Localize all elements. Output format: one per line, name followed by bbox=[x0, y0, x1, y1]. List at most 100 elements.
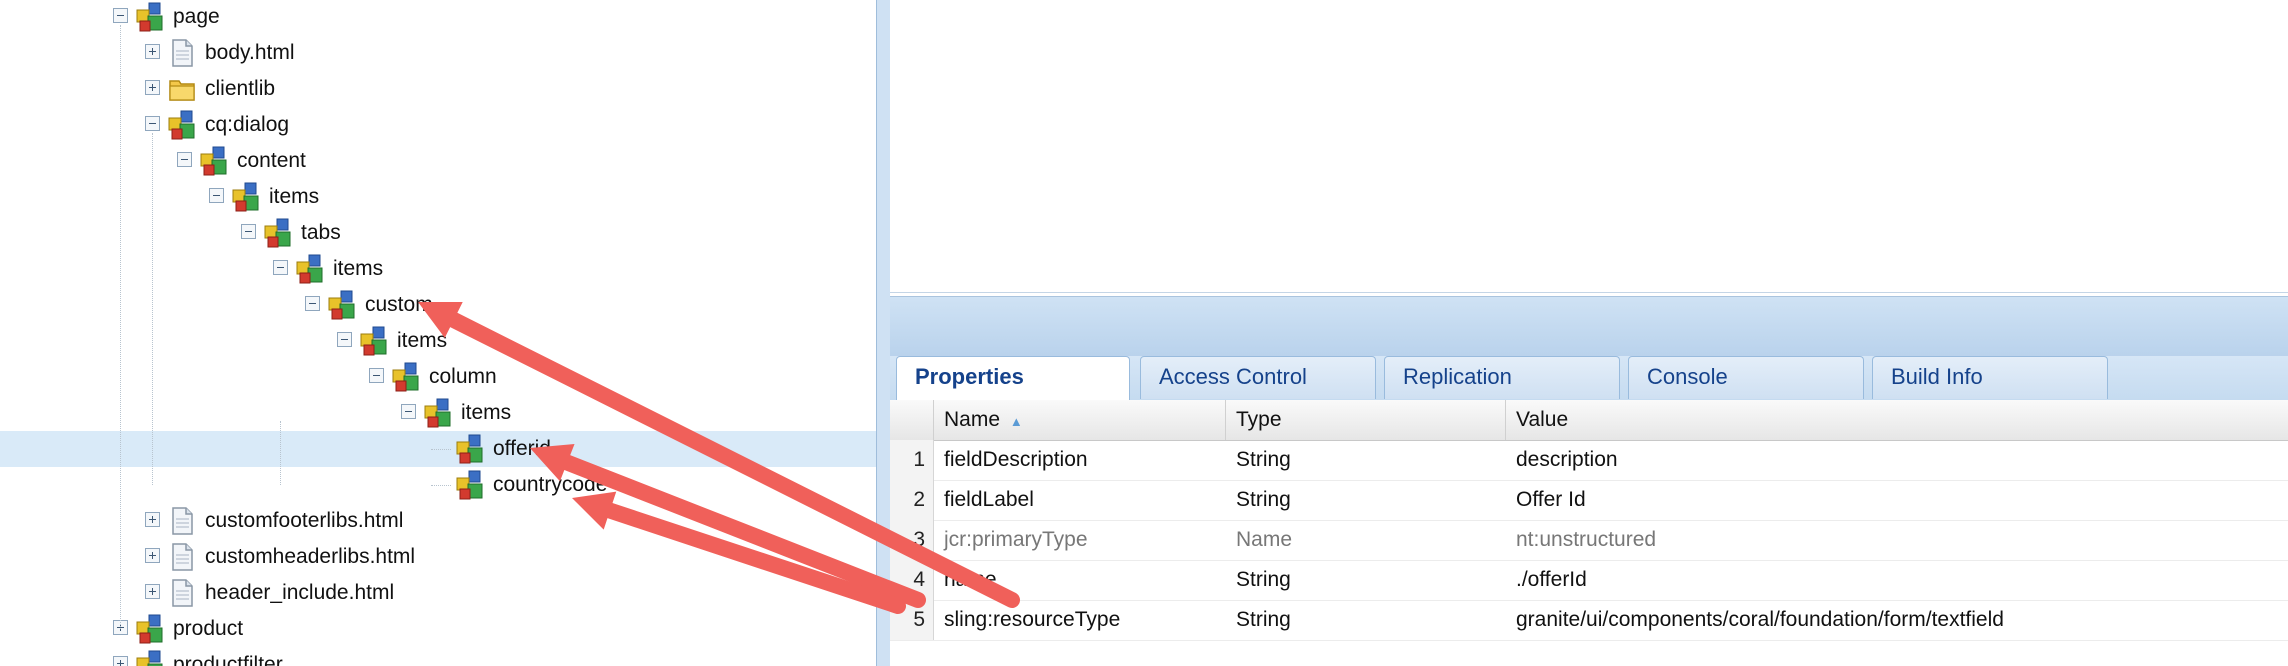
row-number: 1 bbox=[890, 440, 934, 480]
grid-header: Name ▲ Type Value bbox=[890, 400, 2288, 441]
node-icon bbox=[455, 434, 485, 464]
tree-node-custom[interactable]: custom bbox=[0, 287, 876, 323]
tree-node-label: offerid bbox=[493, 437, 551, 460]
table-row[interactable]: 3 jcr:primaryType Name nt:unstructured bbox=[890, 520, 2288, 561]
tree-node-product[interactable]: product bbox=[0, 611, 876, 647]
node-icon bbox=[455, 470, 485, 500]
expand-icon[interactable] bbox=[145, 548, 160, 563]
expand-icon[interactable] bbox=[113, 656, 128, 666]
tree-node-label: product bbox=[173, 617, 244, 640]
node-icon bbox=[391, 362, 421, 392]
tree-node-label: items bbox=[269, 185, 320, 208]
expand-icon[interactable] bbox=[145, 80, 160, 95]
tab-bar: Properties Access Control Replication Co… bbox=[890, 356, 2288, 401]
property-value: nt:unstructured bbox=[1516, 528, 1657, 551]
tree-guide-line bbox=[152, 133, 153, 485]
row-number: 2 bbox=[890, 480, 934, 520]
tree-node-label: items bbox=[397, 329, 448, 352]
property-type: String bbox=[1236, 488, 1291, 511]
tree-node-items[interactable]: items bbox=[0, 251, 876, 287]
collapse-icon[interactable] bbox=[337, 332, 352, 347]
expand-icon[interactable] bbox=[145, 44, 160, 59]
panel-splitter[interactable] bbox=[876, 0, 891, 666]
tree-node-column[interactable]: column bbox=[0, 359, 876, 395]
tree-node-clientlib[interactable]: clientlib bbox=[0, 71, 876, 107]
tree-node-items[interactable]: items bbox=[0, 323, 876, 359]
tree-node-label: clientlib bbox=[205, 77, 276, 100]
property-type: String bbox=[1236, 448, 1291, 471]
tab-console[interactable]: Console bbox=[1628, 356, 1864, 399]
tree-node-tabs[interactable]: tabs bbox=[0, 215, 876, 251]
tree-node-label: header_include.html bbox=[205, 581, 395, 604]
tree-node-label: items bbox=[333, 257, 384, 280]
tree-node-label: content bbox=[237, 149, 306, 172]
column-header-type-label: Type bbox=[1236, 408, 1282, 431]
tree-node-label: cq:dialog bbox=[205, 113, 290, 136]
file-icon bbox=[167, 506, 197, 536]
row-number: 5 bbox=[890, 600, 934, 640]
file-icon bbox=[167, 542, 197, 572]
collapse-icon[interactable] bbox=[369, 368, 384, 383]
tab-properties[interactable]: Properties bbox=[896, 356, 1130, 400]
tab-replication[interactable]: Replication bbox=[1384, 356, 1620, 399]
folder-icon bbox=[167, 74, 197, 104]
collapse-icon[interactable] bbox=[401, 404, 416, 419]
table-row[interactable]: 4 name String ./offerId bbox=[890, 560, 2288, 601]
tree-node-header-include-html[interactable]: header_include.html bbox=[0, 575, 876, 611]
tree-node-label: body.html bbox=[205, 41, 295, 64]
tab-build-info[interactable]: Build Info bbox=[1872, 356, 2108, 399]
node-icon bbox=[231, 182, 261, 212]
expand-icon[interactable] bbox=[145, 512, 160, 527]
node-icon bbox=[423, 398, 453, 428]
collapse-icon[interactable] bbox=[113, 8, 128, 23]
expand-icon[interactable] bbox=[145, 584, 160, 599]
column-header-name[interactable]: Name ▲ bbox=[934, 400, 1226, 440]
tree-node-page[interactable]: page bbox=[0, 0, 876, 35]
property-name: name bbox=[944, 568, 997, 591]
node-icon bbox=[263, 218, 293, 248]
tree-node-customheaderlibs-html[interactable]: customheaderlibs.html bbox=[0, 539, 876, 575]
tree-node-items[interactable]: items bbox=[0, 395, 876, 431]
tab-access-control[interactable]: Access Control bbox=[1140, 356, 1376, 399]
tree-node-content[interactable]: content bbox=[0, 143, 876, 179]
tree-node-label: customfooterlibs.html bbox=[205, 509, 404, 532]
table-row[interactable]: 2 fieldLabel String Offer Id bbox=[890, 480, 2288, 521]
collapse-icon[interactable] bbox=[273, 260, 288, 275]
table-row[interactable]: 1 fieldDescription String description bbox=[890, 440, 2288, 481]
tree-node-cq-dialog[interactable]: cq:dialog bbox=[0, 107, 876, 143]
content-area bbox=[890, 0, 2288, 293]
node-icon bbox=[135, 650, 165, 666]
collapse-icon[interactable] bbox=[145, 116, 160, 131]
collapse-icon[interactable] bbox=[305, 296, 320, 311]
property-name: jcr:primaryType bbox=[944, 528, 1088, 551]
row-number: 3 bbox=[890, 520, 934, 560]
property-value: Offer Id bbox=[1516, 488, 1586, 511]
property-value: granite/ui/components/coral/foundation/f… bbox=[1516, 608, 2004, 631]
tree-node-productfilter[interactable]: productfilter bbox=[0, 647, 876, 666]
tree-node-label: tabs bbox=[301, 221, 341, 244]
tree-node-customfooterlibs-html[interactable]: customfooterlibs.html bbox=[0, 503, 876, 539]
column-header-value[interactable]: Value bbox=[1506, 400, 2288, 440]
tree-guide-line bbox=[280, 421, 281, 485]
tree-node-offerid[interactable]: offerid bbox=[0, 431, 876, 467]
property-name: fieldLabel bbox=[944, 488, 1034, 511]
tree-node-label: countrycode bbox=[493, 473, 608, 496]
collapse-icon[interactable] bbox=[241, 224, 256, 239]
property-type: String bbox=[1236, 568, 1291, 591]
tree-node-label: items bbox=[461, 401, 512, 424]
tree-node-label: productfilter bbox=[173, 653, 283, 666]
table-row[interactable]: 5 sling:resourceType String granite/ui/comp… bbox=[890, 600, 2288, 641]
node-icon bbox=[359, 326, 389, 356]
right-panel: Properties Access Control Replication Co… bbox=[890, 0, 2288, 666]
tree-node-countrycode[interactable]: countrycode bbox=[0, 467, 876, 503]
tree-node-body-html[interactable]: body.html bbox=[0, 35, 876, 71]
column-header-type[interactable]: Type bbox=[1226, 400, 1506, 440]
tree-connector bbox=[431, 485, 451, 486]
property-value: ./offerId bbox=[1516, 568, 1587, 591]
collapse-icon[interactable] bbox=[177, 152, 192, 167]
node-icon bbox=[135, 2, 165, 32]
collapse-icon[interactable] bbox=[209, 188, 224, 203]
tree-node-items[interactable]: items bbox=[0, 179, 876, 215]
panel-header-band bbox=[890, 296, 2288, 357]
node-icon bbox=[167, 110, 197, 140]
